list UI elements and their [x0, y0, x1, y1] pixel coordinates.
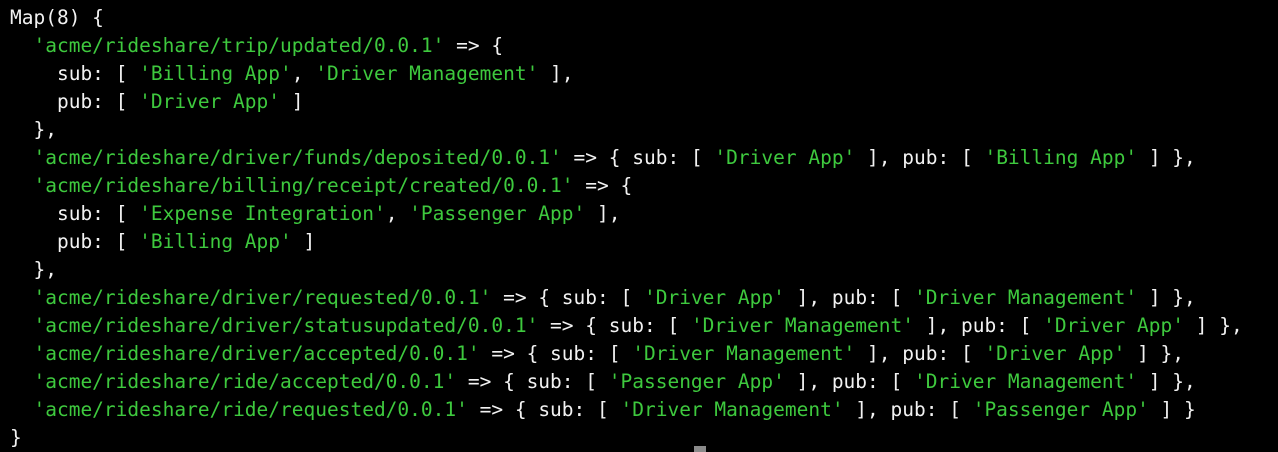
terminal-line: pub: [ 'Billing App' ] — [10, 228, 1275, 256]
string-literal: 'acme/rideshare/driver/statusupdated/0.0… — [33, 314, 539, 337]
terminal-line: } — [10, 424, 1275, 452]
terminal-line: 'acme/rideshare/driver/accepted/0.0.1' =… — [10, 340, 1275, 368]
string-literal: 'Driver Management' — [690, 314, 914, 337]
string-literal: 'Expense Integration' — [139, 202, 386, 225]
string-literal: 'Billing App' — [139, 62, 292, 85]
code-text: ] }, — [1137, 370, 1196, 393]
terminal-line: Map(8) { — [10, 4, 1275, 32]
string-literal: 'Driver Management' — [914, 286, 1138, 309]
string-literal: 'Driver Management' — [632, 342, 856, 365]
string-literal: 'Driver App' — [984, 342, 1126, 365]
code-text: ] — [291, 230, 316, 253]
string-literal: 'Billing App' — [139, 230, 292, 253]
code-text: ], pub: [ — [843, 398, 973, 421]
terminal-line: 'acme/rideshare/billing/receipt/created/… — [10, 172, 1275, 200]
code-text: } — [10, 426, 22, 449]
code-text: => { — [573, 174, 633, 197]
terminal-cursor — [694, 446, 706, 452]
code-text: ], pub: [ — [784, 370, 914, 393]
terminal-line: 'acme/rideshare/driver/funds/deposited/0… — [10, 144, 1275, 172]
string-literal: 'Driver App' — [714, 146, 856, 169]
terminal-line: }, — [10, 116, 1275, 144]
string-literal: 'acme/rideshare/driver/accepted/0.0.1' — [33, 342, 480, 365]
terminal-output: Map(8) { 'acme/rideshare/trip/updated/0.… — [10, 4, 1275, 452]
code-text: ] — [280, 90, 304, 113]
string-literal: 'Passenger App' — [409, 202, 586, 225]
code-text: ] }, — [1184, 314, 1243, 337]
code-text: }, — [10, 118, 57, 141]
code-text: sub: [ — [10, 62, 140, 85]
code-text: ], pub: [ — [784, 286, 915, 309]
string-literal: 'Driver App' — [139, 90, 281, 113]
code-text: pub: [ — [10, 230, 140, 253]
string-literal: 'acme/rideshare/billing/receipt/created/… — [33, 174, 574, 197]
terminal-line: }, — [10, 256, 1275, 284]
code-text: pub: [ — [10, 90, 140, 113]
terminal-line: sub: [ 'Billing App', 'Driver Management… — [10, 60, 1275, 88]
string-literal: 'Driver Management' — [620, 398, 844, 421]
string-literal: 'acme/rideshare/ride/accepted/0.0.1' — [33, 370, 457, 393]
code-text: => { sub: [ — [561, 146, 715, 169]
code-text: Map(8) { — [10, 6, 104, 29]
string-literal: 'Billing App' — [984, 146, 1138, 169]
code-text: ], — [585, 202, 621, 225]
code-text: , — [385, 202, 410, 225]
code-text: => { sub: [ — [467, 398, 621, 421]
string-literal: 'acme/rideshare/driver/requested/0.0.1' — [33, 286, 492, 309]
code-text: => { — [444, 34, 504, 57]
code-text: , — [291, 62, 316, 85]
code-text: ] }, — [1137, 146, 1196, 169]
code-text: ], pub: [ — [855, 146, 985, 169]
string-literal: 'Passenger App' — [972, 398, 1149, 421]
code-text: => { sub: [ — [479, 342, 633, 365]
code-text: ], pub: [ — [855, 342, 985, 365]
code-text: ] } — [1148, 398, 1196, 421]
string-literal: 'Passenger App' — [608, 370, 785, 393]
string-literal: 'Driver Management' — [315, 62, 539, 85]
code-text: ], pub: [ — [914, 314, 1044, 337]
string-literal: 'acme/rideshare/trip/updated/0.0.1' — [33, 34, 445, 57]
string-literal: 'acme/rideshare/ride/requested/0.0.1' — [33, 398, 468, 421]
code-text: ] }, — [1125, 342, 1185, 365]
string-literal: 'Driver App' — [1043, 314, 1185, 337]
terminal-line: 'acme/rideshare/ride/accepted/0.0.1' => … — [10, 368, 1275, 396]
terminal-line: 'acme/rideshare/driver/statusupdated/0.0… — [10, 312, 1275, 340]
string-literal: 'Driver App' — [643, 286, 785, 309]
code-text: ] }, — [1137, 286, 1196, 309]
code-text: => { sub: [ — [538, 314, 691, 337]
string-literal: 'Driver Management' — [914, 370, 1138, 393]
terminal-line: 'acme/rideshare/ride/requested/0.0.1' =>… — [10, 396, 1275, 424]
code-text: => { sub: [ — [456, 370, 609, 393]
code-text: }, — [10, 258, 57, 281]
terminal-line: 'acme/rideshare/trip/updated/0.0.1' => { — [10, 32, 1275, 60]
string-literal: 'acme/rideshare/driver/funds/deposited/0… — [33, 146, 562, 169]
code-text: ], — [538, 62, 574, 85]
code-text: sub: [ — [10, 202, 140, 225]
terminal-line: 'acme/rideshare/driver/requested/0.0.1' … — [10, 284, 1275, 312]
code-text: => { sub: [ — [491, 286, 644, 309]
terminal-line: sub: [ 'Expense Integration', 'Passenger… — [10, 200, 1275, 228]
terminal-line: pub: [ 'Driver App' ] — [10, 88, 1275, 116]
